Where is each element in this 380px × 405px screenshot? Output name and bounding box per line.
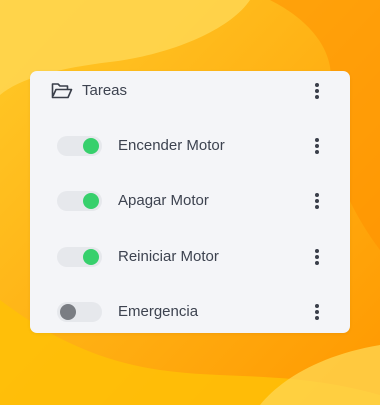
task-toggle[interactable]	[57, 247, 102, 267]
task-toggle[interactable]	[57, 191, 102, 211]
task-row-emergencia: Emergencia	[30, 292, 350, 332]
task-row-reiniciar-motor: Reiniciar Motor	[30, 237, 350, 277]
task-row-encender-motor: Encender Motor	[30, 126, 350, 166]
task-toggle[interactable]	[57, 302, 102, 322]
task-row-apagar-motor: Apagar Motor	[30, 181, 350, 221]
toggle-knob	[60, 304, 76, 320]
task-label: Emergencia	[118, 303, 199, 320]
toggle-knob	[83, 138, 99, 154]
task-menu-icon[interactable]	[310, 246, 324, 268]
toggle-knob	[83, 193, 99, 209]
toggle-knob	[83, 249, 99, 265]
task-label: Apagar Motor	[118, 192, 209, 209]
panel-title: Tareas	[82, 82, 128, 99]
panel-header: Tareas	[30, 71, 350, 111]
task-menu-icon[interactable]	[310, 135, 324, 157]
task-label: Encender Motor	[118, 137, 225, 154]
panel-menu-icon[interactable]	[310, 80, 324, 102]
task-toggle[interactable]	[57, 136, 102, 156]
task-menu-icon[interactable]	[310, 190, 324, 212]
tasks-panel: Tareas Encender Motor Apagar Motor Reini…	[30, 71, 350, 333]
task-label: Reiniciar Motor	[118, 248, 219, 265]
task-menu-icon[interactable]	[310, 301, 324, 323]
folder-open-icon	[51, 83, 73, 99]
